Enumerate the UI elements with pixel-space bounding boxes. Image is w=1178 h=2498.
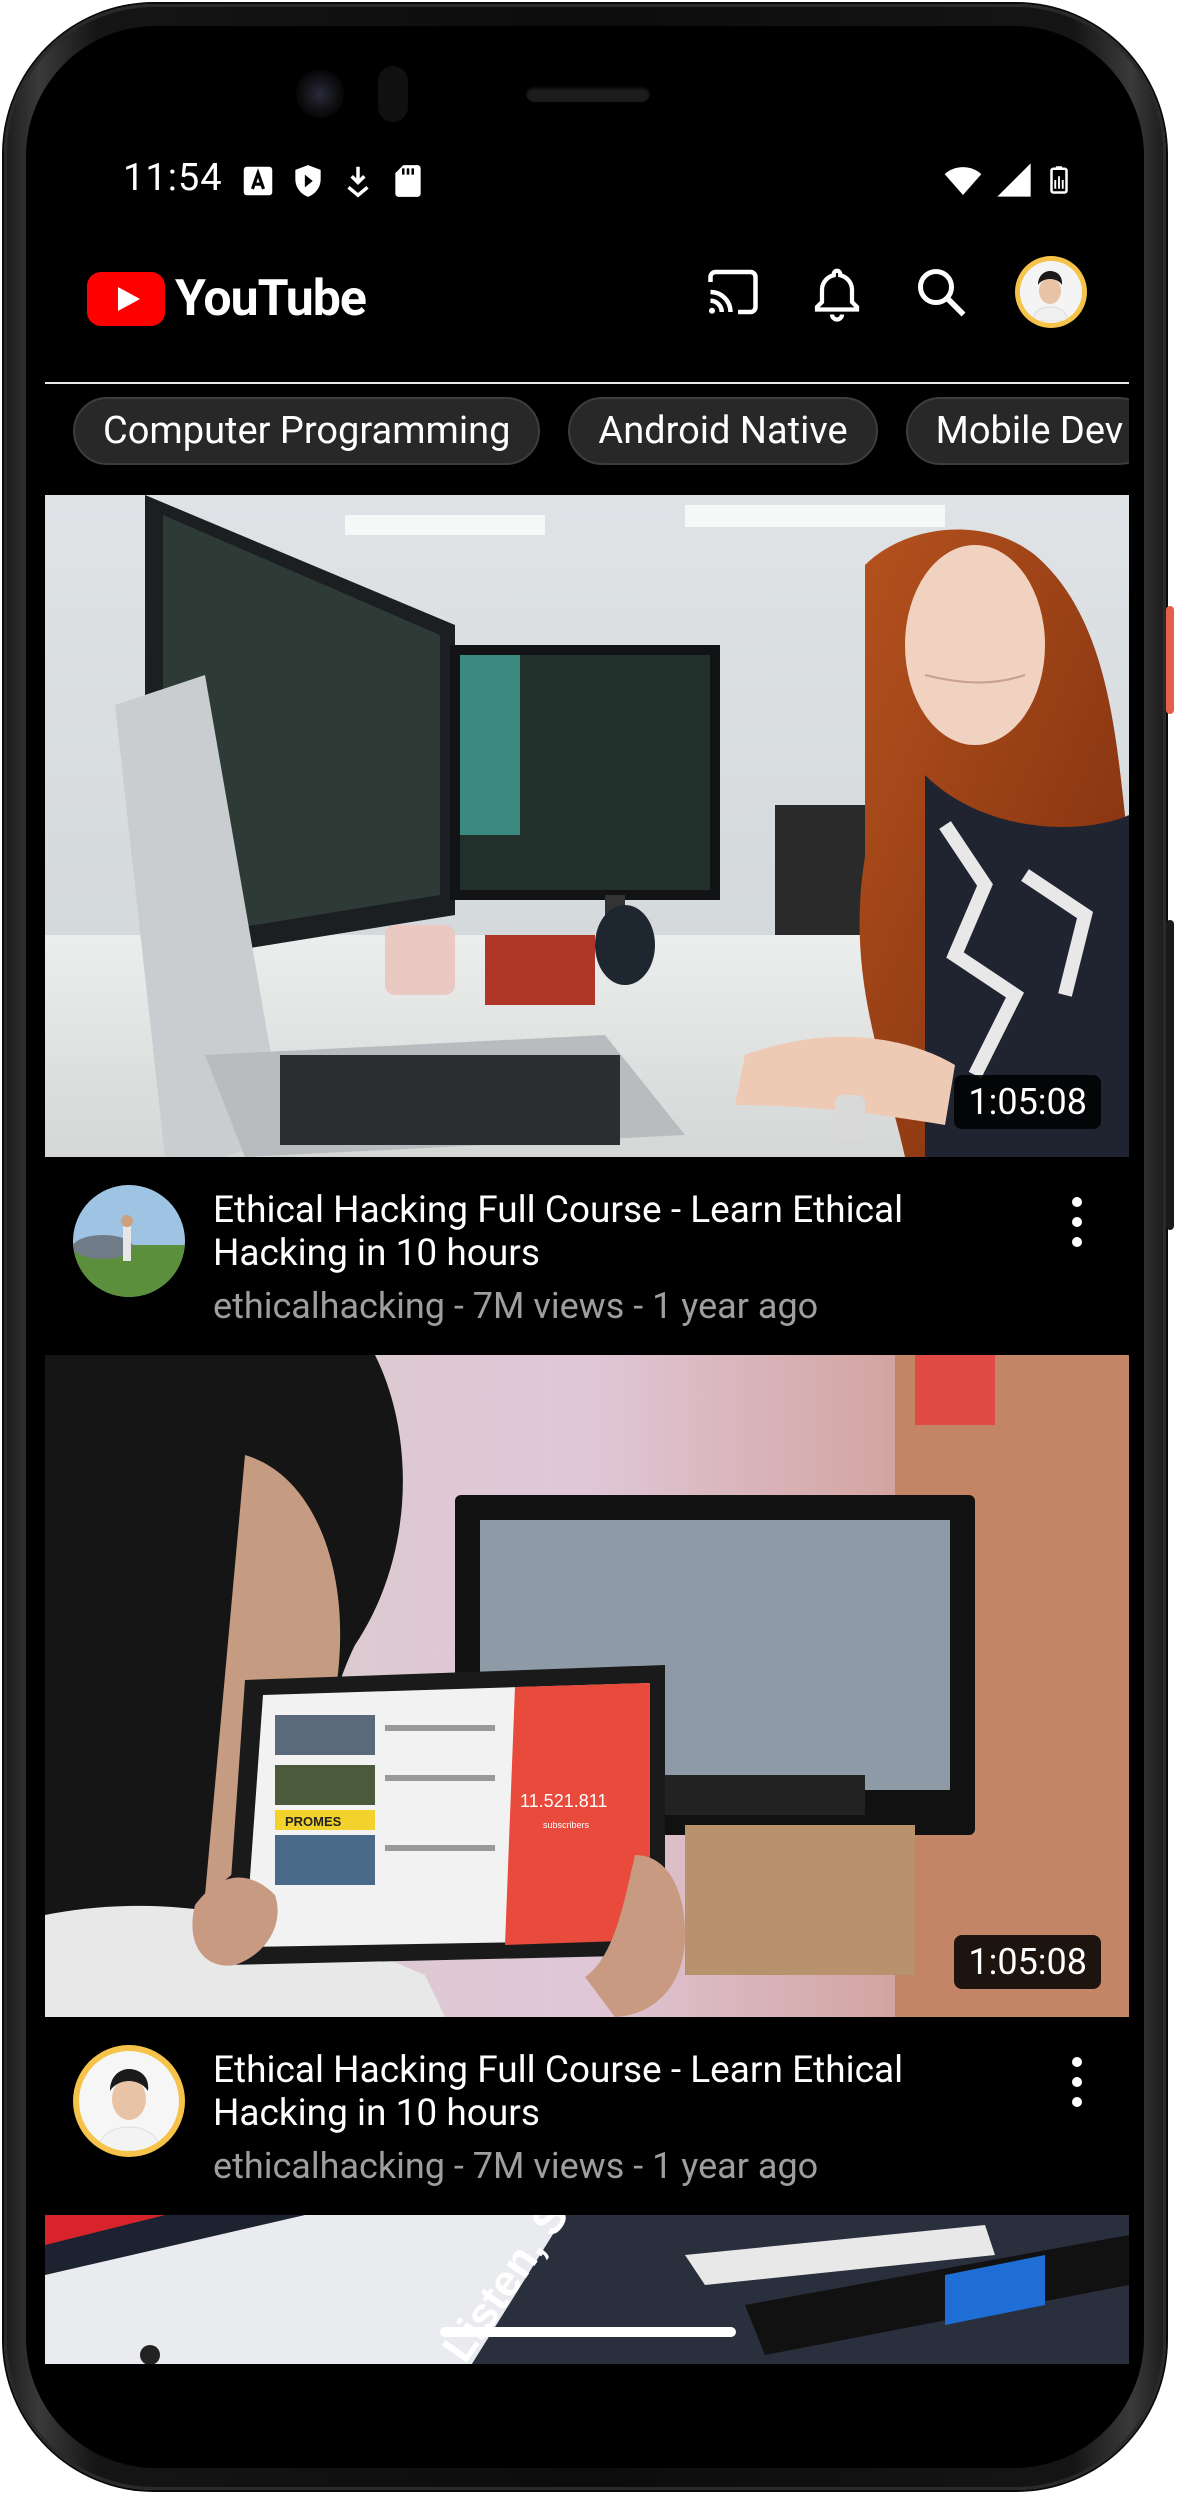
channel-avatar[interactable] xyxy=(73,2045,185,2157)
video-duration: 1:05:08 xyxy=(954,1075,1101,1129)
notifications-bell-icon[interactable] xyxy=(807,262,867,322)
youtube-play-icon xyxy=(87,272,165,326)
channel-avatar[interactable] xyxy=(73,1185,185,1297)
video-thumbnail[interactable]: 11.521.811 subscribers PROMES 1:05:08 xyxy=(45,1355,1129,2017)
chip-mobile-dev[interactable]: Mobile Dev xyxy=(905,397,1129,465)
gesture-home-bar[interactable] xyxy=(440,2327,736,2337)
earpiece-speaker xyxy=(526,86,650,102)
office-coding-thumbnail-image xyxy=(45,495,1129,1157)
tablet-subscriber-count: 11.521.811 xyxy=(520,1791,607,1811)
download-icon xyxy=(347,166,369,198)
chip-computer-programming[interactable]: Computer Programming xyxy=(73,397,541,465)
sd-card-icon xyxy=(395,165,421,197)
brand-name: YouTube xyxy=(175,270,367,328)
shield-icon xyxy=(295,165,321,197)
volume-button xyxy=(1166,920,1174,1230)
video-meta: Ethical Hacking Full Course - Learn Ethi… xyxy=(45,1157,1129,1355)
more-options-icon[interactable] xyxy=(1069,2057,1085,2107)
tablet-subscriber-caption: subscribers xyxy=(543,1820,590,1830)
video-thumbnail[interactable]: Listen, Stream xyxy=(45,2215,1129,2364)
video-thumbnail[interactable]: 1:05:08 xyxy=(45,495,1129,1157)
status-bar: 11:54 xyxy=(45,140,1129,230)
app-bar-divider xyxy=(45,382,1129,384)
video-feed: 1:05:08 Ethical Hacking Full Course - Le… xyxy=(45,495,1129,2364)
keyboard-a-icon xyxy=(243,166,273,196)
front-camera xyxy=(296,70,344,118)
account-avatar-image xyxy=(1020,261,1080,322)
video-meta: Ethical Hacking Full Course - Learn Ethi… xyxy=(45,2017,1129,2215)
app-bar: YouTube xyxy=(45,230,1129,370)
video-metadata: ethicalhacking - 7M views - 1 year ago xyxy=(213,2145,819,2187)
status-notification-icons xyxy=(239,162,427,200)
tablet-youtube-thumbnail-image: 11.521.811 subscribers PROMES xyxy=(45,1355,1129,2017)
wifi-icon xyxy=(944,167,982,195)
video-duration: 1:05:08 xyxy=(954,1935,1101,1989)
account-avatar[interactable] xyxy=(1015,256,1087,328)
screen: 11:54 YouTube Computer Programming Andro… xyxy=(45,140,1129,2364)
channel-avatar-image xyxy=(73,1185,185,1297)
cast-icon[interactable] xyxy=(703,262,763,322)
battery-icon xyxy=(1050,166,1068,194)
proximity-sensor xyxy=(378,66,408,122)
search-icon[interactable] xyxy=(911,262,971,322)
channel-avatar-image xyxy=(79,2051,179,2151)
more-options-icon[interactable] xyxy=(1069,1197,1085,1247)
status-time: 11:54 xyxy=(123,156,223,200)
tablet-promo-banner: PROMES xyxy=(285,1814,342,1829)
video-card: 11.521.811 subscribers PROMES 1:05:08 Et… xyxy=(45,1355,1129,2215)
video-title[interactable]: Ethical Hacking Full Course - Learn Ethi… xyxy=(213,1189,1043,1275)
video-title[interactable]: Ethical Hacking Full Course - Learn Ethi… xyxy=(213,2049,1043,2135)
topic-chips: Computer Programming Android Native Mobi… xyxy=(45,397,1129,471)
youtube-logo[interactable]: YouTube xyxy=(87,270,367,328)
video-card: 1:05:08 Ethical Hacking Full Course - Le… xyxy=(45,495,1129,1355)
video-metadata: ethicalhacking - 7M views - 1 year ago xyxy=(213,1285,819,1327)
status-system-icons xyxy=(942,160,1074,200)
app-bar-actions xyxy=(703,256,1087,328)
power-button xyxy=(1166,606,1174,714)
streaming-poster-thumbnail-image: Listen, Stream xyxy=(45,2215,1129,2364)
cell-signal-icon xyxy=(997,163,1031,197)
chip-android-native[interactable]: Android Native xyxy=(568,397,878,465)
